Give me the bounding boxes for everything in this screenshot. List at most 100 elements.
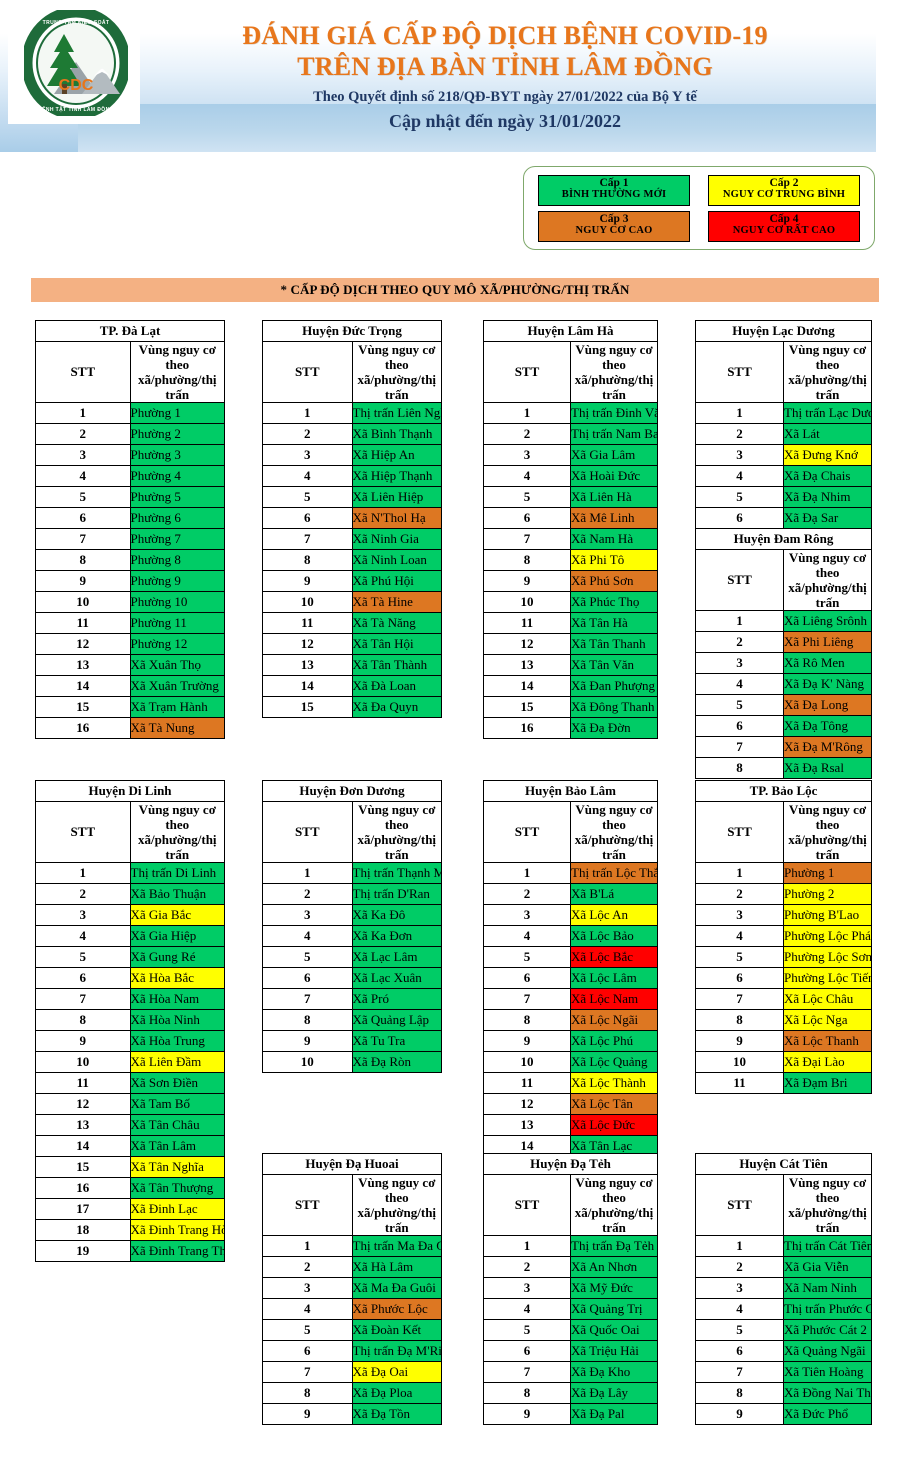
row-index: 9 <box>35 1030 131 1052</box>
commune-risk-cell: Phường 10 <box>129 591 225 613</box>
commune-risk-cell: Xã Đồng Nai Thượng <box>783 1382 872 1404</box>
row-index: 5 <box>262 946 353 968</box>
table-row: 6 Xã Lạc Xuân <box>262 967 442 989</box>
table-row: 12 Phường 12 <box>35 633 225 655</box>
table-row: 9 Xã Lộc Phú <box>483 1030 658 1052</box>
row-index: 6 <box>483 1340 571 1362</box>
table-row: 3 Xã Ka Đô <box>262 904 442 926</box>
column-header-stt: STT <box>35 341 131 403</box>
row-index: 11 <box>35 612 131 634</box>
row-index: 10 <box>262 1051 353 1073</box>
row-index: 1 <box>483 1235 571 1257</box>
row-index: 4 <box>695 925 784 947</box>
table-header-row: STT Vùng nguy cơ theo xã/phường/thị trấn <box>695 801 872 863</box>
table-row: 4 Xã Đạ K' Nàng <box>695 673 872 695</box>
table-row: 7 Xã Đạ M'Rông <box>695 736 872 758</box>
commune-risk-cell: Xã Pró <box>351 988 442 1010</box>
column-header-stt: STT <box>262 341 353 403</box>
commune-risk-cell: Xã An Nhơn <box>570 1256 658 1278</box>
commune-risk-cell: Xã Tân Hội <box>351 633 442 655</box>
row-index: 1 <box>695 402 784 424</box>
commune-risk-cell: Phường Lộc Sơn <box>783 946 872 968</box>
row-index: 6 <box>35 507 131 529</box>
row-index: 3 <box>695 1277 784 1299</box>
row-index: 8 <box>262 1009 353 1031</box>
table-header-row: STT Vùng nguy cơ theo xã/phường/thị trấn <box>483 801 658 863</box>
column-header-zone-line2: xã/phường/thị trấn <box>137 372 217 402</box>
table-title-row: Huyện Đức Trọng <box>262 320 442 342</box>
commune-risk-cell: Thị trấn Phước Cát <box>783 1298 872 1320</box>
table-row: 1Thị trấn Ma Đa Guôi <box>262 1235 442 1257</box>
commune-risk-cell: Xã Tu Tra <box>351 1030 442 1052</box>
column-header-zone: Vùng nguy cơ theo xã/phường/thị trấn <box>351 341 442 403</box>
row-index: 18 <box>35 1219 131 1241</box>
row-index: 3 <box>483 904 571 926</box>
commune-risk-cell: Xã Tân Hà <box>570 612 658 634</box>
column-header-zone-line1: Vùng nguy cơ theo <box>358 802 436 832</box>
row-index: 1 <box>483 402 571 424</box>
commune-risk-cell: Xã Tân Thành <box>351 654 442 676</box>
district-title: Huyện Lâm Hà <box>483 320 658 342</box>
commune-risk-cell: Xã Đoàn Kết <box>351 1319 442 1341</box>
legend-item-level-2: Cấp 2 NGUY CƠ TRUNG BÌNH <box>708 175 860 206</box>
table-row: 12 Xã Tân Thanh <box>483 633 658 655</box>
table-row: 6 Xã Quảng Ngãi <box>695 1340 872 1362</box>
header-text-block: ĐÁNH GIÁ CẤP ĐỘ DỊCH BỆNH COVID-19 TRÊN … <box>140 20 870 133</box>
table-header-row: STT Vùng nguy cơ theo xã/phường/thị trấn <box>695 341 872 403</box>
district-table-dam-rong: Huyện Đam Rông STT Vùng nguy cơ theo xã/phư… <box>695 528 872 779</box>
commune-risk-cell: Xã Lộc Thanh <box>783 1030 872 1052</box>
table-row: 11 Xã Đạm Bri <box>695 1072 872 1094</box>
row-index: 8 <box>35 549 131 571</box>
table-row: 4 Xã Hoài Đức <box>483 465 658 487</box>
commune-risk-cell: Xã Đạ Tông <box>783 715 872 737</box>
row-index: 6 <box>695 967 784 989</box>
commune-risk-cell: Xã Gung Ré <box>129 946 225 968</box>
table-row: 15 Xã Trạm Hành <box>35 696 225 718</box>
table-row: 1 Thị trấn Cát Tiên <box>695 1235 872 1257</box>
table-row: 3 Xã Đưng Knớ <box>695 444 872 466</box>
row-index: 4 <box>695 1298 784 1320</box>
table-row: 10 Xã Phúc Thọ <box>483 591 658 613</box>
commune-risk-cell: Phường 4 <box>129 465 225 487</box>
commune-risk-cell: Xã Tân Văn <box>570 654 658 676</box>
commune-risk-cell: Xã Rô Men <box>783 652 872 674</box>
table-row: 8 Xã Phi Tô <box>483 549 658 571</box>
table-row: 5 Xã Liên Hiệp <box>262 486 442 508</box>
table-row: 4Thị trấn Phước Cát <box>695 1298 872 1320</box>
row-index: 4 <box>35 465 131 487</box>
row-index: 5 <box>262 486 353 508</box>
column-header-zone-line1: Vùng nguy cơ theo <box>358 342 436 372</box>
page-header: CDC TRUNG TÂM KIỂM SOÁT BỆNH TẬT TỈNH LÂ… <box>0 0 913 152</box>
row-index: 2 <box>695 1256 784 1278</box>
table-title-row: Huyện Bảo Lâm <box>483 780 658 802</box>
column-header-zone-line1: Vùng nguy cơ theo <box>788 802 867 832</box>
table-row: 14 Xã Tân Lâm <box>35 1135 225 1157</box>
commune-risk-cell: Xã Lộc Phú <box>570 1030 658 1052</box>
row-index: 14 <box>35 675 131 697</box>
table-row: 8 Phường 8 <box>35 549 225 571</box>
commune-risk-cell: Xã Hà Lâm <box>351 1256 442 1278</box>
table-row: 4 Xã Đạ Chais <box>695 465 872 487</box>
table-row: 2 Xã Phi Liêng <box>695 631 872 653</box>
column-header-zone: Vùng nguy cơ theo xã/phường/thị trấn <box>351 801 442 863</box>
table-title-row: Huyện Lạc Dương <box>695 320 872 342</box>
row-index: 15 <box>35 1156 131 1178</box>
table-row: 7 Xã Pró <box>262 988 442 1010</box>
commune-risk-cell: Thị trấn Cát Tiên <box>783 1235 872 1257</box>
commune-risk-cell: Xã Lạc Lâm <box>351 946 442 968</box>
commune-risk-cell: Xã Tân Thượng <box>129 1177 225 1199</box>
row-index: 8 <box>483 1009 571 1031</box>
commune-risk-cell: Xã Xuân Trường <box>129 675 225 697</box>
table-row: 3 Phường 3 <box>35 444 225 466</box>
row-index: 13 <box>483 1114 571 1136</box>
table-row: 2 Xã Hà Lâm <box>262 1256 442 1278</box>
row-index: 14 <box>35 1135 131 1157</box>
table-row: 14 Xã Đan Phượng <box>483 675 658 697</box>
row-index: 9 <box>695 1030 784 1052</box>
commune-risk-cell: Xã Lộc Bảo <box>570 925 658 947</box>
commune-risk-cell: Phường Lộc Tiến <box>783 967 872 989</box>
table-row: 9 Xã Tu Tra <box>262 1030 442 1052</box>
district-title: TP. Đà Lạt <box>35 320 225 342</box>
commune-risk-cell: Xã Đạ K' Nàng <box>783 673 872 695</box>
district-title: Huyện Đạ Tẻh <box>483 1153 658 1175</box>
